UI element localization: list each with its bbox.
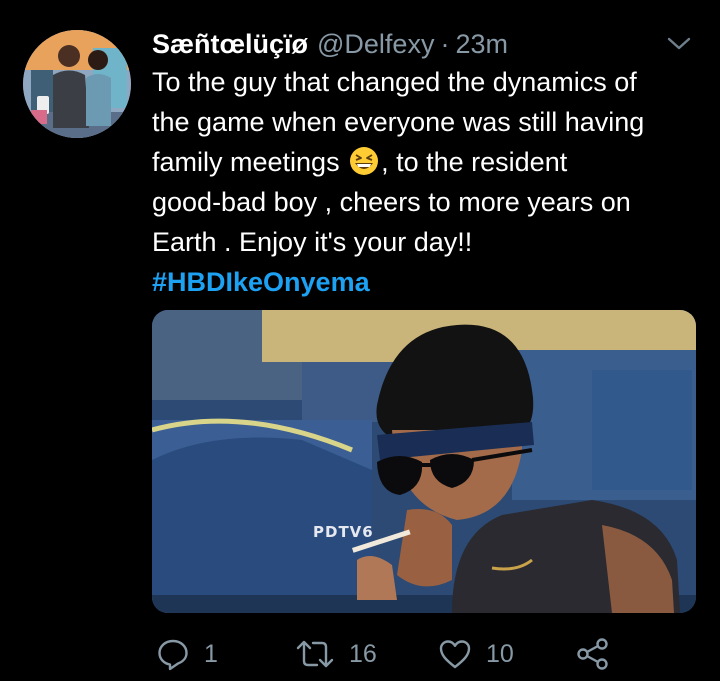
share-icon	[577, 638, 608, 670]
like-count: 10	[486, 639, 514, 668]
tweet-actions: 1 16 10	[152, 632, 622, 676]
heart-icon	[439, 640, 471, 669]
tweet-text-fragment: family meetings	[152, 147, 340, 177]
tweet-text-fragment: , to the resident	[381, 147, 568, 177]
tweet-text-line: family meetings , to the resident	[152, 142, 700, 182]
tweet-text-line: To the guy that changed the dynamics of	[152, 67, 637, 97]
tweet[interactable]: Sæñtœlüçïø @Delfexy · 23m To the guy tha…	[0, 0, 720, 681]
tweet-text-line: the game when everyone was still having	[152, 107, 645, 137]
tweet-header: Sæñtœlüçïø @Delfexy · 23m	[152, 26, 508, 62]
like-button[interactable]: 10	[438, 632, 514, 676]
retweet-count: 16	[349, 639, 377, 668]
tweet-media-image[interactable]	[152, 310, 696, 613]
reply-count: 1	[204, 639, 218, 668]
reply-button[interactable]: 1	[156, 632, 218, 676]
timestamp[interactable]: 23m	[455, 26, 508, 62]
retweet-button[interactable]: 16	[295, 632, 377, 676]
avatar[interactable]	[23, 30, 131, 138]
user-handle[interactable]: @Delfexy	[317, 26, 434, 62]
grinning-squinting-face-emoji	[350, 147, 379, 175]
tweet-text: To the guy that changed the dynamics of …	[152, 62, 700, 302]
tweet-text-line: good-bad boy , cheers to more years on	[152, 187, 631, 217]
display-name[interactable]: Sæñtœlüçïø	[152, 26, 308, 62]
separator: ·	[440, 29, 450, 59]
reply-icon	[158, 639, 188, 671]
tweet-text-line: Earth . Enjoy it's your day!!	[152, 227, 473, 257]
share-button[interactable]	[576, 632, 610, 676]
media-watermark: PDTV6	[313, 523, 374, 541]
hashtag-link[interactable]: #HBDIkeOnyema	[152, 267, 370, 297]
retweet-icon	[296, 640, 334, 668]
hashtag-line: #HBDIkeOnyema	[152, 262, 700, 302]
chevron-down-icon[interactable]	[666, 34, 692, 54]
